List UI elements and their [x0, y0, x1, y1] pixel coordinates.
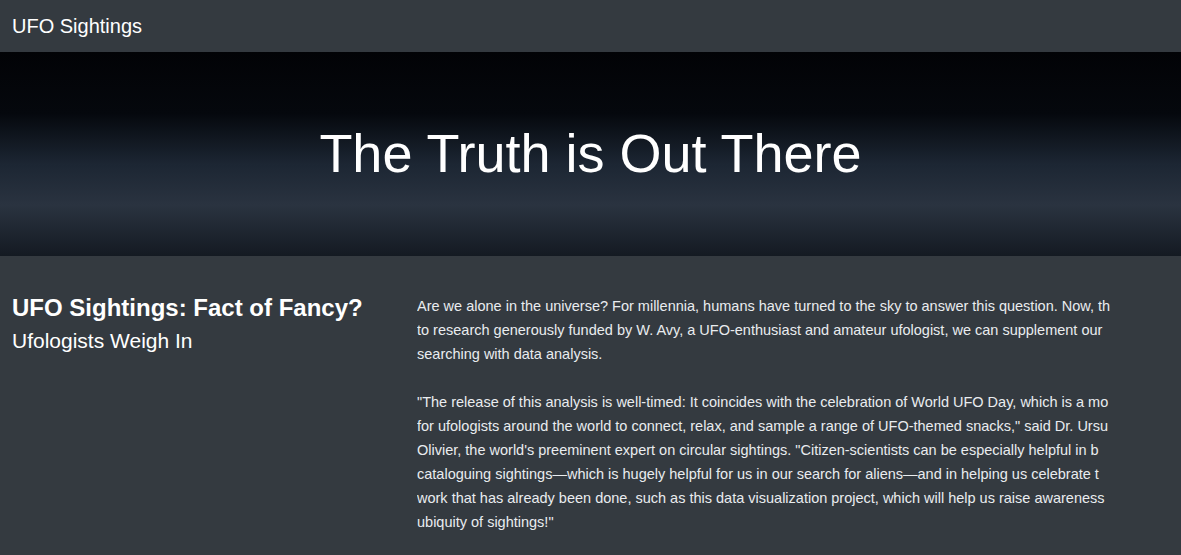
- article-title: UFO Sightings: Fact of Fancy?: [12, 292, 401, 324]
- page: UFO Sightings The Truth is Out There UFO S…: [0, 0, 1181, 555]
- article-subtitle: Ufologists Weigh In: [12, 326, 401, 356]
- hero: The Truth is Out There: [0, 52, 1181, 256]
- article-body: Are we alone in the universe? For millen…: [417, 292, 1181, 555]
- paragraph-line: to research generously funded by W. Avy,…: [417, 318, 1181, 342]
- hero-title: The Truth is Out There: [319, 120, 861, 188]
- paragraph-line: Are we alone in the universe? For millen…: [417, 294, 1181, 318]
- paragraph-line: cataloguing sightings—which is hugely he…: [417, 462, 1181, 486]
- paragraph-line: Olivier, the world's preeminent expert o…: [417, 438, 1181, 462]
- article-heading: UFO Sightings: Fact of Fancy?Ufologists …: [0, 292, 417, 555]
- article: UFO Sightings: Fact of Fancy?Ufologists …: [0, 256, 1181, 555]
- paragraph-line: searching with data analysis.: [417, 342, 1181, 366]
- paragraph-line: work that has already been done, such as…: [417, 486, 1181, 510]
- paragraph-line: for ufologists around the world to conne…: [417, 414, 1181, 438]
- navbar: UFO Sightings: [0, 0, 1181, 52]
- paragraph-line: ubiquity of sightings!": [417, 510, 1181, 534]
- navbar-brand[interactable]: UFO Sightings: [12, 11, 142, 41]
- article-paragraph: "The release of this analysis is well-ti…: [417, 390, 1181, 534]
- article-paragraph: Are we alone in the universe? For millen…: [417, 294, 1181, 366]
- paragraph-line: "The release of this analysis is well-ti…: [417, 390, 1181, 414]
